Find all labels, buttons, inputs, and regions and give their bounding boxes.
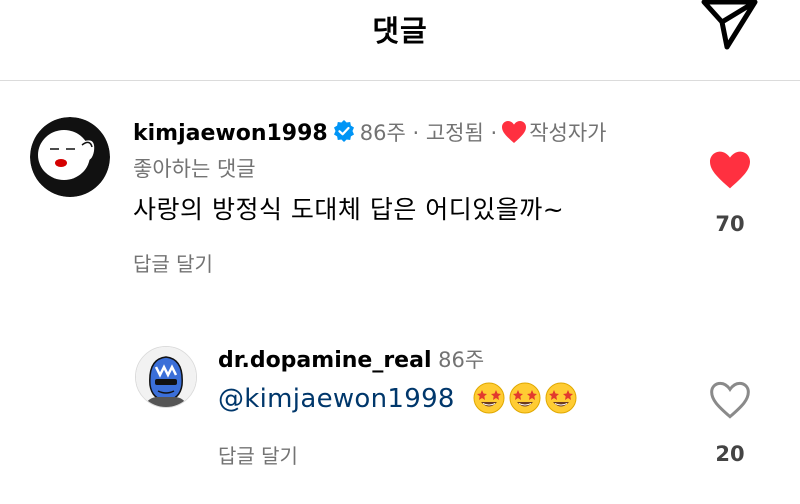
comment-username[interactable]: dr.dopamine_real — [218, 348, 431, 373]
pinned-label: 고정됨 — [425, 121, 484, 145]
star-struck-emoji — [545, 382, 577, 414]
star-struck-emoji — [509, 382, 541, 414]
paper-plane-icon — [701, 0, 758, 50]
comment-text: 사랑의 방정식 도대체 답은 어디있을까~ — [133, 195, 565, 224]
comment-meta: dr.dopamine_real 86주 — [218, 344, 484, 377]
star-struck-emoji — [473, 382, 505, 414]
verified-badge-icon — [332, 119, 356, 152]
heart-icon — [501, 120, 527, 153]
meta-separator: · — [412, 121, 420, 145]
meta-separator: · — [490, 121, 498, 145]
reply-button[interactable]: 답글 달기 — [133, 248, 213, 277]
author-liked-label: 작성자가 — [529, 121, 607, 145]
like-count: 20 — [715, 442, 745, 466]
reply-button[interactable]: 답글 달기 — [218, 440, 298, 469]
share-button[interactable] — [700, 0, 760, 52]
comments-header: 댓글 — [0, 0, 800, 81]
heart-outline-icon — [710, 381, 750, 419]
author-liked-label-cont: 좋아하는 댓글 — [133, 157, 256, 181]
comment-username[interactable]: kimjaewon1998 — [133, 121, 328, 146]
page-title: 댓글 — [372, 14, 428, 48]
avatar[interactable] — [135, 346, 197, 408]
like-count: 70 — [715, 212, 745, 236]
comment-time: 86주 — [438, 348, 485, 372]
mention-link[interactable]: @kimjaewon1998 — [218, 384, 455, 414]
comment-emojis — [472, 381, 580, 419]
comment-time: 86주 — [359, 121, 406, 145]
avatar[interactable] — [30, 117, 110, 197]
like-button[interactable] — [708, 150, 752, 194]
like-button[interactable] — [708, 380, 752, 424]
heart-filled-icon — [710, 151, 750, 189]
comment-meta: kimjaewon1998 86주 · 고정됨 · 작성자가 좋아하는 댓글 — [133, 117, 693, 185]
